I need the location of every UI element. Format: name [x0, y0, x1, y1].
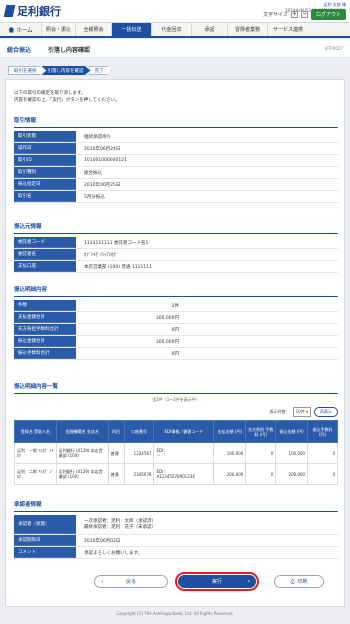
- count-select[interactable]: 10件 ▾: [292, 407, 311, 417]
- info-row: 取引名 5月分振込: [14, 191, 338, 203]
- info-row: 支払金額合計 300,000円: [14, 312, 338, 324]
- col-header[interactable]: 口座番号: [123, 420, 155, 443]
- step-confirm: 引落し内容を確認: [41, 66, 91, 75]
- print-button[interactable]: ⎙ 印刷: [274, 575, 324, 588]
- info-row: 取引ID 101001000000121: [14, 155, 338, 167]
- col-header[interactable]: 振込手数料 (円): [307, 420, 338, 443]
- detail-section: 振込明細内容 件数 2件 支払金額合計 300,000円 先方負担手数料合計 0円 振…: [14, 285, 338, 360]
- main-card: 以下の取引の確定を取り消します。 内容を確認の上、「実行」ボタンを押してください…: [5, 79, 345, 607]
- font-larger-button[interactable]: +: [290, 11, 298, 18]
- table-row: 足利 一郎 ｱｼｶｶﾞ ｲﾁﾛｳ 足利銀行 (0129) 本店営業部 (100) 普…: [14, 442, 338, 464]
- nav-item-approval[interactable]: 承認: [192, 23, 228, 36]
- info-row: 先方負担手数料合計 0円: [14, 324, 338, 336]
- list-section: 振込明細内容一覧 全2件（1～2件を表示中） 表示件数： 10件 ▾ 再表示 登…: [14, 382, 338, 485]
- font-smaller-button[interactable]: −: [300, 11, 308, 18]
- table-row: 足利 二郎 ｱｼｶｶﾞ ｼﾞﾛｳ 足利銀行 (0129) 本店営業部 (100) 普…: [14, 463, 338, 485]
- header-tools: 文字サイズ + − ログアウト: [263, 9, 346, 20]
- nav-item-collection[interactable]: 代金回収: [152, 23, 192, 36]
- nav-item-admin[interactable]: 冒険者業務: [228, 23, 268, 36]
- nav-item-bulk[interactable]: 一括伝送: [112, 23, 152, 36]
- action-bar: ‹ 戻る 実行 › ⎙ 印刷: [6, 570, 344, 596]
- col-header[interactable]: 振込金額 (円): [275, 420, 309, 443]
- bank-logo-mark: [3, 5, 16, 17]
- chevron-right-icon: ›: [247, 578, 250, 585]
- font-size-label: 文字サイズ: [263, 12, 288, 18]
- transfer-table: 登録名 受取人名 金融機関名 支店名 科目 口座番号 EDI情報／顧客コード 支…: [14, 420, 338, 485]
- chevron-left-icon: ‹: [101, 578, 104, 585]
- col-header[interactable]: 登録名 受取人名: [14, 420, 57, 443]
- step-indicator: 取引を選択 引落し内容を確認 完了: [8, 66, 111, 75]
- info-row: 件数 2件: [14, 300, 338, 312]
- info-row: 承認者（状態） 一次承認者：足利 太郎（承認済） 最終承認者：足利 花子（未承認）: [14, 515, 338, 535]
- execute-button[interactable]: 実行 ›: [175, 572, 259, 591]
- nav-item-home[interactable]: ホーム: [0, 23, 42, 36]
- bank-name: 足利銀行: [17, 5, 61, 18]
- global-nav: ホーム 照会・振込 全銀照会 一括伝送 代金回収 承認 冒険者業務 サービス連携: [0, 22, 350, 38]
- info-row: 振込手数料合計 0円: [14, 348, 338, 360]
- source-section: 振込元情報 委託者コード 1111111111 委託者コード名1 委託者名 ｶﾌﾞｼ…: [14, 222, 338, 273]
- col-header[interactable]: 科目: [107, 420, 125, 443]
- info-row: コメント 承認よろしくお願いします。: [14, 547, 338, 559]
- section-title: 振込明細内容: [14, 285, 338, 297]
- header: 足利銀行 足利 太郎 様 2010年06月24日 10時00分00秒 文字サイズ…: [0, 0, 350, 22]
- intro-text: 以下の取引の確定を取り消します。 内容を確認の上、「実行」ボタンを押してください…: [14, 91, 120, 103]
- nav-item-inquiry[interactable]: 照会・振込: [42, 23, 76, 36]
- info-row: 取引種別 総合振込: [14, 167, 338, 179]
- copyright: Copyright (C) The Ashikaga Bank, Ltd. Al…: [116, 611, 234, 616]
- count-label: 表示件数：: [269, 409, 290, 414]
- info-row: 委託者名 ｶﾌﾞｼｷｶﾞｲｼｬｱｼｶｶﾞ: [14, 249, 338, 261]
- page-category: 総合振込: [7, 47, 32, 54]
- back-button[interactable]: ‹ 戻る: [94, 575, 168, 588]
- col-header[interactable]: 支払金額 (円): [213, 420, 247, 443]
- step-complete: 完了: [88, 66, 111, 75]
- result-count: 全2件（1～2件を表示中）: [152, 397, 200, 402]
- screen-id: BTPR027: [324, 46, 343, 51]
- info-row: 委託者コード 1111111111 委託者コード名1: [14, 237, 338, 249]
- redisplay-button[interactable]: 再表示: [314, 407, 338, 417]
- nav-item-service[interactable]: サービス連携: [268, 23, 308, 36]
- step-select: 取引を選択: [8, 66, 44, 75]
- info-row: 支払口座 本店営業部 (100) 普通 1111111: [14, 261, 338, 273]
- transaction-section: 取引情報 取引状態 継続承認待ち 操作日 2010年06月24日 取引ID 10100…: [14, 116, 338, 203]
- nav-item-zengin[interactable]: 全銀照会: [76, 23, 112, 36]
- info-row: 承認期限日 2010年06月02日: [14, 535, 338, 547]
- home-icon: [8, 26, 15, 33]
- col-header[interactable]: EDI情報／顧客コード: [153, 420, 215, 443]
- section-title: 振込明細内容一覧: [14, 382, 338, 394]
- info-row: 取引状態 継続承認待ち: [14, 131, 338, 143]
- col-header[interactable]: 先方負担 手数料 (円): [245, 420, 277, 443]
- table-controls: 表示件数： 10件 ▾ 再表示: [14, 407, 338, 417]
- info-row: 振込指定日 2010年06月25日: [14, 179, 338, 191]
- col-header[interactable]: 金融機関名 支店名: [55, 420, 109, 443]
- bank-logo[interactable]: 足利銀行: [3, 3, 61, 19]
- section-title: 取引情報: [14, 116, 338, 128]
- printer-icon: ⎙: [290, 578, 295, 585]
- logout-button[interactable]: ログアウト: [310, 9, 346, 20]
- info-row: 振込金額合計 300,000円: [14, 336, 338, 348]
- section-title: 振込元情報: [14, 222, 338, 234]
- section-title: 承認者情報: [14, 500, 338, 512]
- approver-section: 承認者情報 承認者（状態） 一次承認者：足利 太郎（承認済） 最終承認者：足利 花…: [14, 500, 338, 559]
- page-titlebar: 総合振込 引落し内容確認 BTPR027: [0, 39, 350, 58]
- info-row: 操作日 2010年06月24日: [14, 143, 338, 155]
- page-title: 引落し内容確認: [48, 47, 91, 54]
